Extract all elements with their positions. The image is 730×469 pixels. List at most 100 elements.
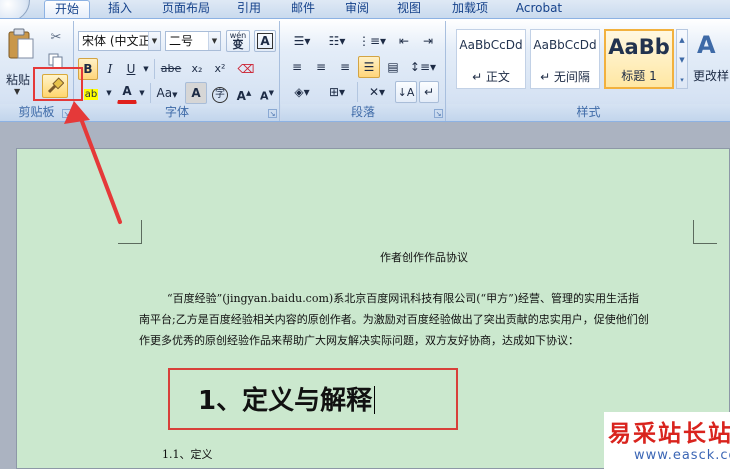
numbering-button[interactable]: ☷▾: [321, 30, 353, 52]
justify-icon: ☰: [363, 60, 375, 74]
decrease-indent-button[interactable]: ⇤: [393, 30, 415, 52]
document-title: 作者创作作品协议: [380, 251, 468, 264]
align-left-button[interactable]: ≡: [286, 56, 308, 78]
styles-scroll[interactable]: ▲ ▼ ▾: [676, 29, 688, 89]
justify-button[interactable]: ☰: [358, 56, 380, 78]
underline-button[interactable]: U: [121, 58, 141, 80]
font-launcher-icon[interactable]: ↘: [268, 109, 277, 118]
font-color-dropdown-icon[interactable]: ▼: [137, 82, 147, 104]
style-heading-1-name: 标题 1: [621, 69, 657, 83]
document-heading[interactable]: 1、定义与解释: [198, 380, 376, 417]
font-separator-2: [150, 83, 151, 103]
char-shading-button[interactable]: A: [185, 82, 207, 104]
ribbon: 粘贴 ▼ ✂ 剪贴板 ↘ 宋体 (中文正文 ▼ 二号 ▼ wén 变 A B I…: [0, 18, 730, 122]
shrink-font-button[interactable]: A▼: [256, 82, 278, 104]
tab-acrobat[interactable]: Acrobat: [508, 0, 570, 18]
cut-button[interactable]: ✂: [45, 26, 67, 48]
increase-indent-icon: ⇥: [422, 34, 434, 48]
superscript-button[interactable]: x²: [209, 58, 231, 80]
pilcrow-icon: ↵: [423, 85, 435, 99]
font-separator: [154, 59, 155, 79]
increase-indent-button[interactable]: ⇥: [417, 30, 439, 52]
change-styles-icon: A: [697, 31, 716, 59]
change-case-label: Aa: [156, 86, 173, 100]
style-normal[interactable]: AaBbCcDd ↵ 正文: [456, 29, 526, 89]
style-no-spacing-sample: AaBbCcDd: [533, 38, 597, 52]
tab-page-layout[interactable]: 页面布局: [153, 0, 219, 18]
font-group-label: 字体: [75, 104, 279, 121]
borders-icon: ⊞▾: [328, 85, 346, 99]
tab-addins[interactable]: 加载项: [442, 0, 498, 18]
italic-button[interactable]: I: [100, 58, 120, 80]
tab-mailings[interactable]: 邮件: [280, 0, 326, 18]
document-sub-item: 1.1、定义: [162, 448, 213, 461]
highlight-dropdown-icon[interactable]: ▼: [104, 82, 114, 104]
font-name-dropdown-icon[interactable]: ▼: [148, 32, 160, 50]
clear-format-button[interactable]: ⌫: [235, 58, 257, 80]
grow-font-label: A: [236, 89, 246, 103]
numbering-icon: ☷▾: [328, 34, 346, 48]
styles-group-label: 样式: [447, 104, 730, 121]
paint-bucket-icon: ◈▾: [294, 85, 310, 99]
font-size-combo[interactable]: 二号 ▼: [165, 31, 221, 51]
line-spacing-button[interactable]: ↕≡▾: [407, 56, 439, 78]
phonetic-guide-icon: 变: [232, 38, 244, 51]
align-center-button[interactable]: ≡: [310, 56, 332, 78]
borders-button[interactable]: ⊞▾: [321, 81, 353, 103]
sort-icon: ↓A: [397, 86, 415, 99]
distributed-button[interactable]: ▤: [382, 56, 404, 78]
change-case-button[interactable]: Aa▼: [153, 82, 181, 104]
site-watermark: 易采站长站 www.easck.com: [604, 412, 730, 469]
show-marks-button[interactable]: ↵: [419, 81, 439, 103]
enclose-char-icon: 字: [212, 87, 228, 103]
tab-insert[interactable]: 插入: [97, 0, 143, 18]
enclose-char-button[interactable]: 字: [209, 82, 231, 104]
text-cursor: [374, 386, 376, 414]
style-normal-name: ↵ 正文: [472, 70, 510, 84]
font-color-button[interactable]: A: [117, 82, 137, 104]
align-right-button[interactable]: ≡: [334, 56, 356, 78]
style-heading-1[interactable]: AaBb 标题 1: [604, 29, 674, 89]
change-styles-button[interactable]: A 更改样: [691, 27, 730, 101]
tab-home[interactable]: 开始: [44, 0, 90, 18]
watermark-chinese: 易采站长站: [608, 421, 730, 447]
ribbon-tab-bar: 开始 插入 页面布局 引用 邮件 审阅 视图 加载项 Acrobat: [0, 0, 730, 22]
font-color-icon: A: [122, 84, 132, 98]
style-normal-sample: AaBbCcDd: [459, 38, 523, 52]
watermark-url: www.easck.com: [634, 448, 730, 463]
annotation-highlight-box: [33, 67, 83, 101]
highlight-label: ab: [83, 89, 99, 100]
bullets-button[interactable]: ☰▾: [286, 30, 318, 52]
font-size-dropdown-icon[interactable]: ▼: [208, 32, 220, 50]
crop-mark-top-left: [118, 220, 142, 244]
tab-references[interactable]: 引用: [226, 0, 272, 18]
chinese-layout-button[interactable]: ✕▾: [361, 81, 393, 103]
grow-font-button[interactable]: A▲: [233, 82, 255, 104]
align-center-icon: ≡: [315, 60, 327, 74]
char-border-button[interactable]: A: [254, 30, 276, 52]
font-name-combo[interactable]: 宋体 (中文正文 ▼: [78, 31, 161, 51]
paste-label: 粘贴: [6, 73, 31, 87]
clipboard-launcher-icon[interactable]: ↘: [62, 109, 71, 118]
style-no-spacing[interactable]: AaBbCcDd ↵ 无间隔: [530, 29, 600, 89]
align-left-icon: ≡: [291, 60, 303, 74]
paste-icon: [8, 28, 34, 59]
tab-view[interactable]: 视图: [386, 0, 432, 18]
paragraph-group-label: 段落: [281, 104, 445, 121]
multilevel-list-button[interactable]: ⋮≡▾: [356, 30, 388, 52]
paste-dropdown-arrow[interactable]: ▼: [14, 87, 20, 96]
paragraph-separator: [357, 82, 358, 102]
tab-review[interactable]: 审阅: [334, 0, 380, 18]
bullets-icon: ☰▾: [293, 34, 311, 48]
sort-button[interactable]: ↓A: [395, 81, 417, 103]
subscript-button[interactable]: x₂: [186, 58, 208, 80]
font-size-value: 二号: [169, 34, 194, 48]
shading-button[interactable]: ◈▾: [286, 81, 318, 103]
strikethrough-button[interactable]: abe: [158, 58, 184, 80]
phonetic-guide-button[interactable]: wén 变: [226, 30, 250, 52]
paragraph-launcher-icon[interactable]: ↘: [434, 109, 443, 118]
distributed-icon: ▤: [387, 60, 399, 74]
align-right-icon: ≡: [339, 60, 351, 74]
decrease-indent-icon: ⇤: [398, 34, 410, 48]
underline-dropdown-icon[interactable]: ▼: [141, 58, 151, 80]
